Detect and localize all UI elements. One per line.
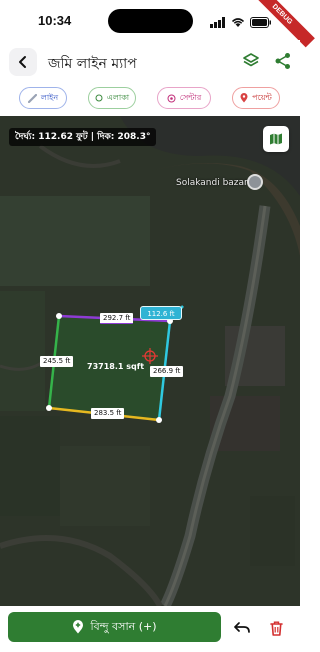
map-view[interactable]: দৈর্ঘ্য: 112.62 ফুট | দিক: 208.3° Solaka… xyxy=(0,116,300,606)
dynamic-island xyxy=(108,9,193,33)
undo-icon xyxy=(234,622,250,633)
chevron-left-icon xyxy=(19,56,26,68)
edge-label-top: 292.7 ft xyxy=(100,313,134,324)
edge-label-right: 266.9 ft xyxy=(150,366,184,377)
area-label: 73718.1 sqft xyxy=(87,362,145,371)
status-icons xyxy=(210,13,272,32)
target-icon xyxy=(167,94,176,102)
trash-icon xyxy=(269,621,283,636)
place-label: Solakandi bazar xyxy=(176,178,248,188)
status-bar: 10:34 DEBUG xyxy=(0,0,315,48)
add-point-label: বিন্দু বসান (+) xyxy=(90,619,157,633)
status-time: 10:34 xyxy=(38,13,72,28)
mode-chip-line[interactable]: লাইন xyxy=(19,87,67,109)
mode-chip-label: এলাকা xyxy=(106,92,130,102)
mode-chip-label: সেন্টার xyxy=(179,92,202,102)
area-circle-icon xyxy=(95,94,103,102)
vertex-marker[interactable] xyxy=(46,405,52,411)
add-point-button[interactable]: বিন্দু বসান (+) xyxy=(8,612,221,642)
undo-button[interactable] xyxy=(232,618,252,638)
live-segment-label: 112.6 ft xyxy=(140,306,182,320)
signal-icon xyxy=(210,13,226,32)
app-bar: জমি লাইন ম্যাপ xyxy=(0,40,300,82)
map-type-button[interactable] xyxy=(263,126,289,152)
layers-icon xyxy=(243,53,259,67)
share-icon xyxy=(275,53,290,69)
delete-button[interactable] xyxy=(266,618,286,638)
share-button[interactable] xyxy=(272,50,294,72)
battery-icon xyxy=(250,13,272,32)
ruler-icon xyxy=(27,93,37,103)
layers-button[interactable] xyxy=(240,50,262,72)
edge-label-left: 245.5 ft xyxy=(40,356,74,367)
measurement-readout: দৈর্ঘ্য: 112.62 ফুট | দিক: 208.3° xyxy=(9,128,157,146)
pin-icon xyxy=(240,93,248,103)
map-icon xyxy=(270,133,282,145)
vertex-marker[interactable] xyxy=(156,417,162,423)
bottom-bar: বিন্দু বসান (+) xyxy=(0,606,300,652)
vertex-marker[interactable] xyxy=(56,313,62,319)
add-location-icon xyxy=(73,620,84,634)
wifi-icon xyxy=(231,13,245,32)
page-title: জমি লাইন ম্যাপ xyxy=(48,56,137,72)
back-button[interactable] xyxy=(9,48,37,76)
mode-chip-label: লাইন xyxy=(40,92,59,102)
mode-chip-point[interactable]: পয়েন্ট xyxy=(232,87,280,109)
mode-chip-label: পয়েন্ট xyxy=(252,92,272,102)
mode-chip-area[interactable]: এলাকা xyxy=(88,87,136,109)
edge-label-bottom: 283.5 ft xyxy=(91,408,125,419)
mode-selector: লাইন এলাকা সেন্টার পয়েন্ট xyxy=(0,84,300,114)
mode-chip-center[interactable]: সেন্টার xyxy=(157,87,211,109)
place-pin-icon[interactable] xyxy=(247,174,263,190)
